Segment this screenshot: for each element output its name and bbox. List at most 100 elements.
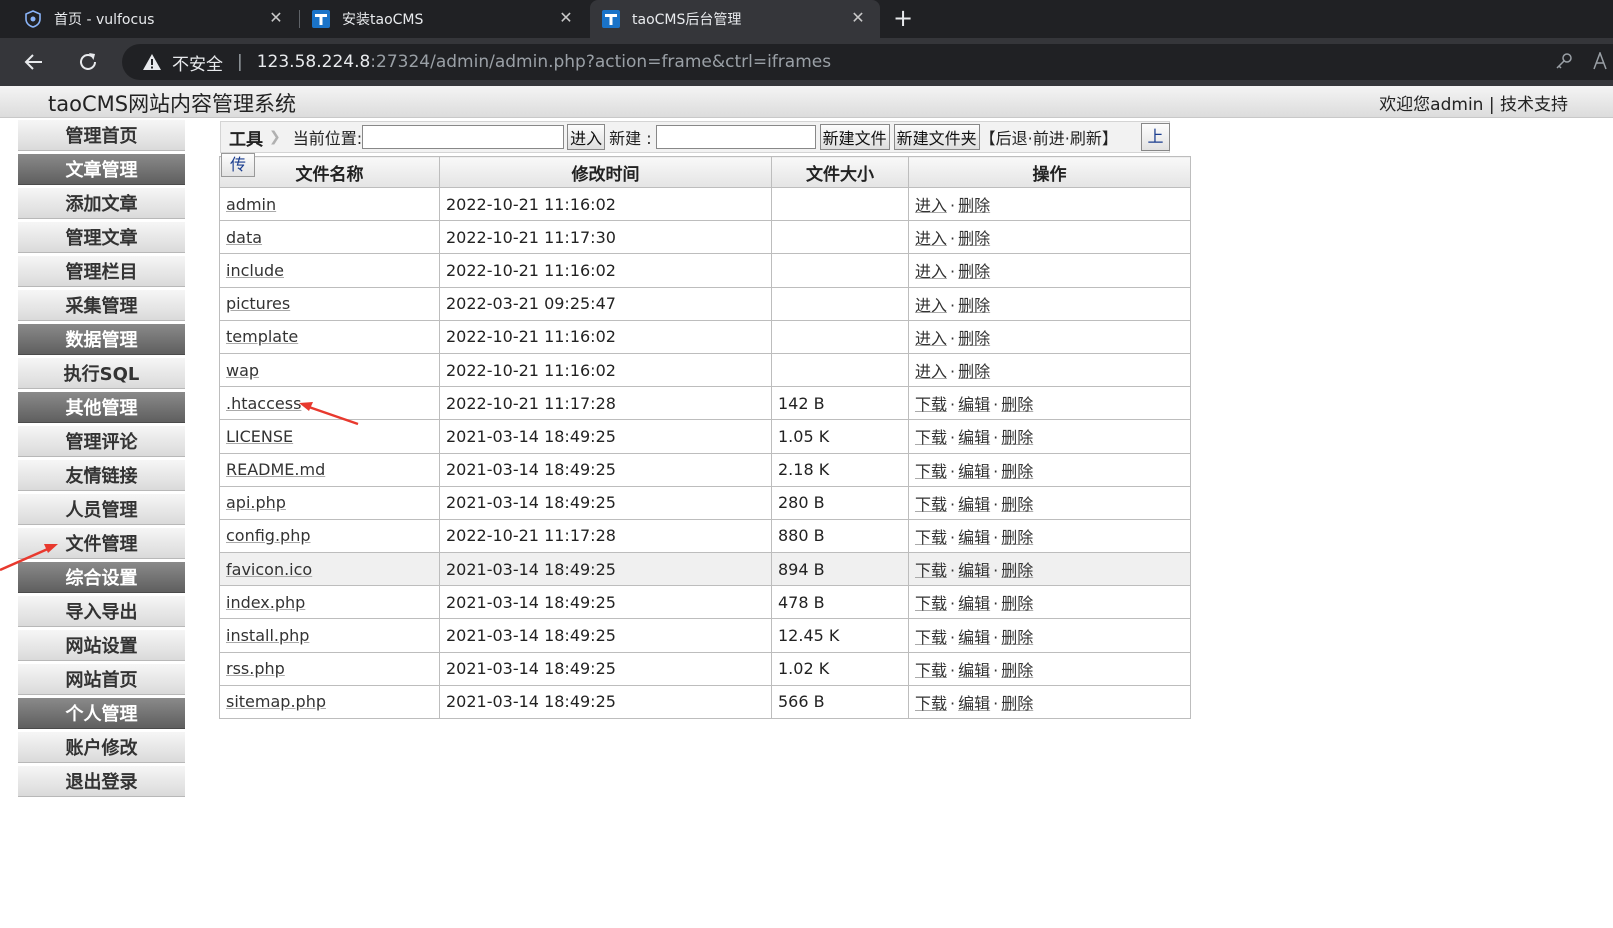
operation-link[interactable]: 下载 — [915, 661, 947, 680]
operation-link[interactable]: 删除 — [1001, 428, 1033, 447]
operation-link[interactable]: 下载 — [915, 462, 947, 481]
file-name-link[interactable]: README.md — [226, 460, 325, 479]
file-name-link[interactable]: api.php — [226, 493, 286, 512]
sidebar-item[interactable]: 网站设置 — [18, 630, 185, 661]
operation-link[interactable]: 编辑 — [958, 594, 990, 613]
operation-link[interactable]: 删除 — [1001, 495, 1033, 514]
sidebar-item[interactable]: 友情链接 — [18, 460, 185, 491]
new-tab-icon[interactable]: + — [890, 6, 916, 32]
file-name-link[interactable]: index.php — [226, 593, 305, 612]
operation-link[interactable]: 进入 — [915, 329, 947, 348]
operation-link[interactable]: 进入 — [915, 229, 947, 248]
operation-link[interactable]: 删除 — [958, 229, 990, 248]
sidebar-item[interactable]: 采集管理 — [18, 290, 185, 321]
sidebar-group-header[interactable]: 其他管理 — [18, 392, 185, 423]
file-name-link[interactable]: config.php — [226, 526, 311, 545]
new-file-button[interactable]: 新建文件 — [819, 124, 890, 150]
file-name-link[interactable]: template — [226, 327, 298, 346]
file-name-link[interactable]: wap — [226, 361, 259, 380]
operation-link[interactable]: 下载 — [915, 628, 947, 647]
read-aloud-icon[interactable] — [1593, 50, 1609, 74]
operation-link[interactable]: 下载 — [915, 528, 947, 547]
enter-button[interactable]: 进入 — [567, 124, 606, 150]
operation-link[interactable]: 删除 — [1001, 661, 1033, 680]
operation-link[interactable]: 编辑 — [958, 528, 990, 547]
operation-link[interactable]: 删除 — [958, 262, 990, 281]
operation-link[interactable]: 下载 — [915, 395, 947, 414]
operation-link[interactable]: 编辑 — [958, 428, 990, 447]
warning-icon[interactable] — [142, 52, 162, 72]
sidebar-item[interactable]: 文件管理 — [18, 528, 185, 559]
url-omnibox[interactable]: 不安全 | 123.58.224.8 :27324/admin/admin.ph… — [122, 44, 1613, 80]
operation-link[interactable]: 编辑 — [958, 462, 990, 481]
tab-install-taocms[interactable]: 安装taoCMS ✕ — [300, 0, 588, 38]
back-arrow-icon[interactable] — [22, 50, 46, 74]
operation-link[interactable]: 编辑 — [958, 694, 990, 713]
new-name-input[interactable] — [655, 125, 816, 149]
sidebar-group-header[interactable]: 文章管理 — [18, 154, 185, 185]
operation-link[interactable]: 删除 — [1001, 395, 1033, 414]
sidebar-item[interactable]: 执行SQL — [18, 358, 185, 389]
operation-link[interactable]: 删除 — [958, 362, 990, 381]
operation-link[interactable]: 下载 — [915, 495, 947, 514]
operation-link[interactable]: 编辑 — [958, 495, 990, 514]
close-icon[interactable]: ✕ — [558, 10, 574, 26]
operation-link[interactable]: 删除 — [958, 196, 990, 215]
sidebar-item[interactable]: 管理栏目 — [18, 256, 185, 287]
tab-vulfocus[interactable]: 首页 - vulfocus ✕ — [12, 0, 298, 38]
sidebar-group-header[interactable]: 综合设置 — [18, 562, 185, 593]
tab-taocms-admin[interactable]: taoCMS后台管理 ✕ — [590, 0, 880, 38]
file-name-link[interactable]: admin — [226, 195, 276, 214]
file-name-link[interactable]: rss.php — [226, 659, 285, 678]
sidebar-item[interactable]: 人员管理 — [18, 494, 185, 525]
history-links[interactable]: 【后退·前进·刷新】 — [980, 125, 1118, 149]
sidebar-item[interactable]: 网站首页 — [18, 664, 185, 695]
operation-link[interactable]: 进入 — [915, 362, 947, 381]
file-name-link[interactable]: .htaccess — [226, 394, 301, 413]
sidebar-group-header[interactable]: 数据管理 — [18, 324, 185, 355]
operation-link[interactable]: 删除 — [1001, 694, 1033, 713]
operation-link[interactable]: 删除 — [958, 296, 990, 315]
new-folder-button[interactable]: 新建文件夹 — [893, 124, 980, 150]
file-name-link[interactable]: include — [226, 261, 284, 280]
operation-link[interactable]: 进入 — [915, 196, 947, 215]
sidebar-item[interactable]: 账户修改 — [18, 732, 185, 763]
sidebar-item[interactable]: 添加文章 — [18, 188, 185, 219]
welcome-text[interactable]: 欢迎您admin | 技术支持 — [1379, 90, 1568, 115]
operation-link[interactable]: 删除 — [1001, 594, 1033, 613]
upload-button-top[interactable]: 上 — [1141, 123, 1170, 151]
operation-link[interactable]: 下载 — [915, 694, 947, 713]
key-icon[interactable] — [1555, 52, 1573, 74]
sidebar-item[interactable]: 退出登录 — [18, 766, 185, 797]
file-name-link[interactable]: data — [226, 228, 262, 247]
sidebar-item[interactable]: 管理文章 — [18, 222, 185, 253]
security-label[interactable]: 不安全 — [172, 50, 223, 75]
operation-link[interactable]: 编辑 — [958, 628, 990, 647]
operation-link[interactable]: 删除 — [958, 329, 990, 348]
operation-link[interactable]: 进入 — [915, 262, 947, 281]
operation-link[interactable]: 进入 — [915, 296, 947, 315]
sidebar-group-header[interactable]: 个人管理 — [18, 698, 185, 729]
close-icon[interactable]: ✕ — [268, 10, 284, 26]
sidebar-item[interactable]: 导入导出 — [18, 596, 185, 627]
file-name-link[interactable]: install.php — [226, 626, 309, 645]
file-name-link[interactable]: LICENSE — [226, 427, 293, 446]
upload-button-bottom[interactable]: 传 — [221, 153, 255, 177]
operation-link[interactable]: 编辑 — [958, 395, 990, 414]
sidebar-item[interactable]: 管理首页 — [18, 120, 185, 151]
operation-link[interactable]: 删除 — [1001, 628, 1033, 647]
operation-link[interactable]: 删除 — [1001, 462, 1033, 481]
reload-icon[interactable] — [76, 50, 100, 74]
file-name-link[interactable]: pictures — [226, 294, 290, 313]
location-input[interactable] — [362, 125, 565, 149]
operation-link[interactable]: 下载 — [915, 561, 947, 580]
operation-link[interactable]: 编辑 — [958, 661, 990, 680]
file-name-link[interactable]: favicon.ico — [226, 560, 312, 579]
close-icon[interactable]: ✕ — [850, 10, 866, 26]
operation-link[interactable]: 删除 — [1001, 528, 1033, 547]
operation-link[interactable]: 删除 — [1001, 561, 1033, 580]
file-name-link[interactable]: sitemap.php — [226, 692, 326, 711]
operation-link[interactable]: 编辑 — [958, 561, 990, 580]
operation-link[interactable]: 下载 — [915, 428, 947, 447]
sidebar-item[interactable]: 管理评论 — [18, 426, 185, 457]
